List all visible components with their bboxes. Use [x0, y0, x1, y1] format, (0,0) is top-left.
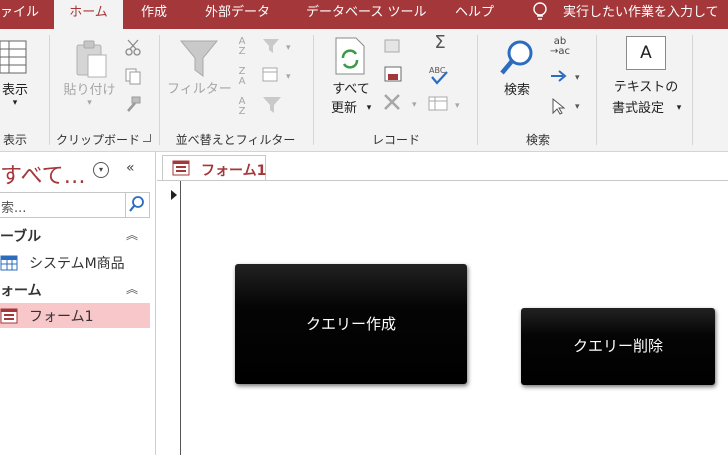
tab-create[interactable]: 作成 — [141, 0, 177, 29]
nav-section-label: ーブル — [0, 229, 42, 245]
paste-dropdown-icon[interactable]: ▾ — [62, 95, 117, 112]
sort-descending-icon[interactable]: ZA — [234, 67, 250, 87]
collapse-chevron-icon[interactable]: ︽ — [126, 226, 138, 243]
group-sort-filter-label: 並べ替えとフィルター — [175, 133, 296, 147]
totals-icon[interactable]: Σ — [430, 34, 450, 52]
create-query-button[interactable]: クエリー作成 — [235, 264, 467, 384]
navigation-pane: すべて… ▾ « 索... ーブル ︽ システムM商品 ォーム ︽ フォーム1 — [0, 152, 156, 455]
delete-record-icon[interactable]: ▾ — [382, 93, 422, 111]
tab-external-data[interactable]: 外部データ — [205, 0, 277, 29]
sort-ascending-icon[interactable]: AZ — [234, 37, 250, 57]
format-painter-icon[interactable] — [124, 95, 142, 113]
filter-icon — [179, 40, 219, 77]
new-record-icon[interactable] — [384, 39, 400, 53]
tell-me-box[interactable]: 実行したい作業を入力して — [563, 0, 728, 29]
group-view-label: 表示 — [2, 133, 27, 147]
lightbulb-icon — [533, 2, 547, 20]
find-button[interactable]: 検索 — [494, 82, 540, 99]
refresh-all-icon — [335, 37, 365, 75]
ribbon-divider — [49, 35, 50, 145]
view-icon — [0, 40, 27, 74]
tab-database-tools[interactable]: データベース ツール — [306, 0, 426, 29]
find-icon — [500, 40, 533, 75]
select-icon[interactable]: ▾ — [549, 97, 585, 115]
group-clipboard-label: クリップボード — [55, 133, 140, 147]
ribbon-divider — [477, 35, 478, 145]
more-records-icon[interactable]: ▾ — [428, 96, 464, 112]
replace-icon[interactable]: ab →ac — [549, 37, 571, 57]
clipboard-launcher-icon[interactable] — [143, 134, 151, 142]
nav-item-label: フォーム1 — [29, 309, 94, 325]
nav-item-form[interactable]: フォーム1 — [0, 303, 150, 328]
text-format-icon: A — [626, 36, 666, 70]
document-tab-label: フォーム1 — [201, 163, 267, 179]
shutter-bar-close-icon[interactable]: « — [126, 160, 135, 176]
selection-filter-icon[interactable]: ▾ — [262, 38, 296, 54]
form-icon — [0, 308, 18, 324]
copy-icon[interactable] — [124, 67, 142, 85]
ribbon-divider — [313, 35, 314, 145]
nav-section-tables[interactable]: ーブル ︽ — [0, 224, 152, 246]
svg-text:▾: ▾ — [412, 100, 417, 110]
view-dropdown-icon[interactable]: ▾ — [0, 95, 30, 112]
clear-sort-icon[interactable]: AZ — [234, 97, 250, 117]
refresh-dropdown-icon[interactable]: ▾ — [364, 100, 374, 117]
search-icon — [129, 196, 144, 212]
nav-menu-chevron-icon[interactable]: ▾ — [93, 162, 109, 178]
group-records-label: レコード — [371, 133, 420, 147]
cut-icon[interactable] — [124, 39, 142, 57]
tab-file[interactable]: ァイル — [0, 0, 40, 29]
text-format-dropdown-icon[interactable]: ▾ — [674, 100, 684, 117]
tab-home[interactable]: ホーム — [54, 0, 123, 29]
svg-text:▾: ▾ — [286, 43, 291, 53]
menu-bar: ァイル ホーム 作成 外部データ データベース ツール ヘルプ 実行したい作業を… — [0, 0, 728, 29]
table-icon — [0, 255, 18, 271]
access-window: ァイル ホーム 作成 外部データ データベース ツール ヘルプ 実行したい作業を… — [0, 0, 728, 455]
filter-button[interactable]: フィルター — [167, 81, 232, 98]
ribbon-divider — [596, 35, 597, 145]
tab-form1[interactable]: フォーム1 — [162, 155, 266, 180]
tab-help[interactable]: ヘルプ — [455, 0, 495, 29]
nav-section-label: ォーム — [0, 283, 42, 299]
document-area: フォーム1 クエリー作成 クエリー削除 — [157, 152, 728, 455]
nav-search-button[interactable] — [125, 193, 149, 217]
refresh-all-label[interactable]: すべて — [326, 81, 376, 98]
go-to-icon[interactable]: ▾ — [549, 68, 585, 84]
toggle-filter-icon[interactable] — [262, 96, 282, 114]
svg-text:▾: ▾ — [286, 72, 291, 82]
ribbon-divider — [159, 35, 160, 145]
delete-query-button[interactable]: クエリー削除 — [521, 308, 715, 385]
record-selector-bar[interactable] — [162, 181, 181, 455]
tab-divider — [157, 180, 728, 181]
ribbon: 表示 ▾ 表示 貼り付け ▾ クリップボード フィルター A Z Z A A Z… — [0, 29, 728, 152]
form-icon — [172, 160, 190, 176]
svg-text:▾: ▾ — [455, 101, 460, 111]
svg-text:ABC: ABC — [429, 66, 446, 75]
svg-text:▾: ▾ — [575, 73, 580, 83]
nav-pane-title[interactable]: すべて… — [0, 158, 86, 190]
save-record-icon[interactable] — [384, 66, 402, 82]
spelling-icon[interactable]: ABC — [428, 64, 450, 86]
paste-icon — [76, 40, 107, 78]
text-format-label[interactable]: テキストの — [606, 79, 686, 96]
nav-item-table[interactable]: システムM商品 — [0, 250, 150, 275]
ribbon-divider — [692, 35, 693, 145]
collapse-chevron-icon[interactable]: ︽ — [126, 280, 138, 297]
advanced-filter-icon[interactable]: ▾ — [262, 67, 296, 83]
text-format-button[interactable]: 書式設定 — [602, 100, 674, 117]
nav-search-placeholder[interactable]: 索... — [1, 197, 26, 216]
group-find-label: 検索 — [525, 133, 550, 147]
current-record-arrow-icon — [171, 190, 177, 200]
svg-text:▾: ▾ — [575, 102, 580, 112]
nav-search-box[interactable]: 索... — [0, 192, 150, 218]
refresh-all-button[interactable]: 更新 — [322, 100, 366, 117]
nav-item-label: システムM商品 — [29, 256, 125, 272]
nav-section-forms[interactable]: ォーム ︽ — [0, 278, 152, 300]
